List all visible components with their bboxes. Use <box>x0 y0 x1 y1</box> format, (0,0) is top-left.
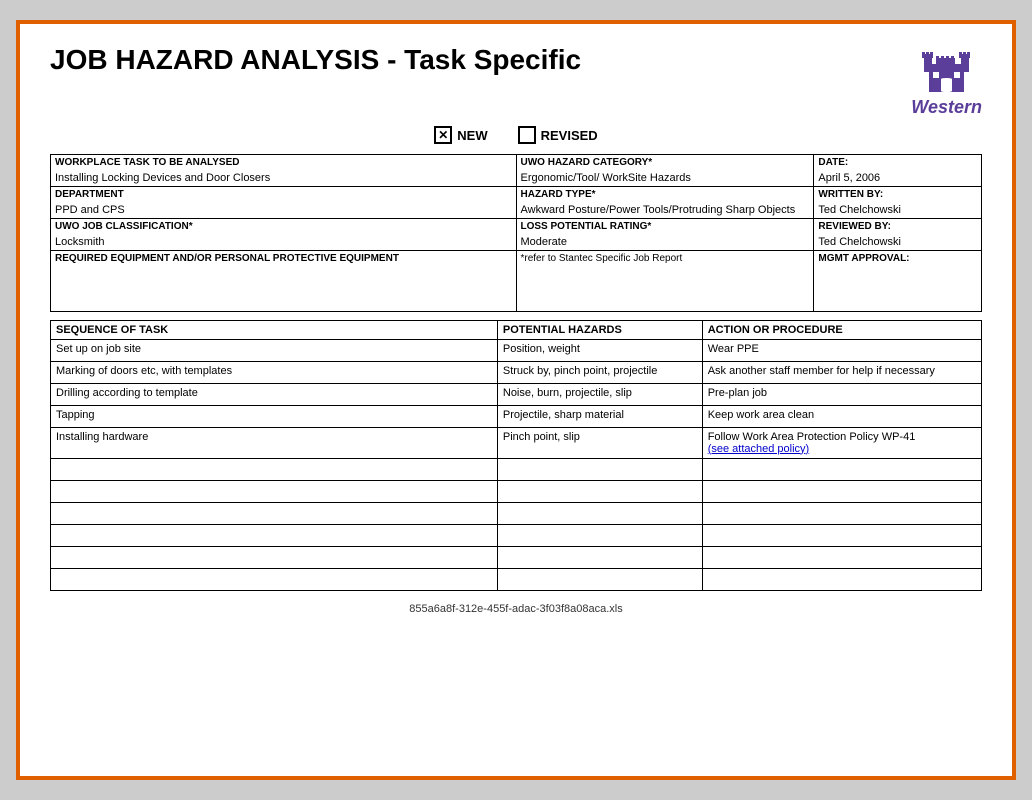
table-row: Installing hardwarePinch point, slipFoll… <box>51 427 982 458</box>
table-row: Drilling according to templateNoise, bur… <box>51 383 982 405</box>
department-value: PPD and CPS <box>51 202 517 219</box>
mgmt-approval-value <box>814 266 982 311</box>
table-row: TappingProjectile, sharp materialKeep wo… <box>51 405 982 427</box>
reviewed-by-value: Ted Chelchowski <box>814 234 982 251</box>
haz-cell: Pinch point, slip <box>497 427 702 458</box>
required-equip-label: REQUIRED EQUIPMENT AND/OR PERSONAL PROTE… <box>51 251 517 267</box>
table-row <box>51 546 982 568</box>
mgmt-approval-label: MGMT APPROVAL: <box>814 251 982 267</box>
filename: 855a6a8f-312e-455f-adac-3f03f8a08aca.xls <box>409 603 622 615</box>
new-checkbox-label: ✕ NEW <box>434 126 487 144</box>
haz-cell: Projectile, sharp material <box>497 405 702 427</box>
table-row <box>51 480 982 502</box>
hazard-type-value: Awkward Posture/Power Tools/Protruding S… <box>516 202 814 219</box>
workplace-task-label: WORKPLACE TASK TO BE ANALYSED <box>51 155 517 171</box>
logo-area: Western <box>911 44 982 118</box>
haz-cell <box>497 568 702 590</box>
revised-checkbox[interactable] <box>518 126 536 144</box>
page: JOB HAZARD ANALYSIS - Task Specific <box>16 20 1016 780</box>
act-cell: Wear PPE <box>702 339 981 361</box>
page-title: JOB HAZARD ANALYSIS - Task Specific <box>50 44 581 76</box>
workplace-task-value: Installing Locking Devices and Door Clos… <box>51 170 517 187</box>
table-row <box>51 524 982 546</box>
act-cell: Follow Work Area Protection Policy WP-41… <box>702 427 981 458</box>
haz-cell: Position, weight <box>497 339 702 361</box>
uwo-job-value: Locksmith <box>51 234 517 251</box>
act-cell: Pre-plan job <box>702 383 981 405</box>
new-label: NEW <box>457 128 487 143</box>
table-row <box>51 568 982 590</box>
haz-cell <box>497 502 702 524</box>
haz-cell: Struck by, pinch point, projectile <box>497 361 702 383</box>
task-table: SEQUENCE OF TASK POTENTIAL HAZARDS ACTIO… <box>50 320 982 591</box>
table-row <box>51 458 982 480</box>
footer: 855a6a8f-312e-455f-adac-3f03f8a08aca.xls <box>50 603 982 615</box>
stantec-note: *refer to Stantec Specific Job Report <box>516 251 814 267</box>
seq-cell: Installing hardware <box>51 427 498 458</box>
act-cell <box>702 546 981 568</box>
haz-cell: Noise, burn, projectile, slip <box>497 383 702 405</box>
seq-cell <box>51 480 498 502</box>
seq-cell <box>51 524 498 546</box>
table-row: Set up on job sitePosition, weightWear P… <box>51 339 982 361</box>
table-row: Marking of doors etc, with templatesStru… <box>51 361 982 383</box>
table-row <box>51 502 982 524</box>
act-cell <box>702 524 981 546</box>
revised-checkbox-label: REVISED <box>518 126 598 144</box>
hazard-type-label: HAZARD TYPE* <box>516 187 814 203</box>
written-by-value: Ted Chelchowski <box>814 202 982 219</box>
date-value: April 5, 2006 <box>814 170 982 187</box>
col-seq-header: SEQUENCE OF TASK <box>51 320 498 339</box>
act-cell <box>702 480 981 502</box>
date-label: DATE: <box>814 155 982 171</box>
seq-cell <box>51 458 498 480</box>
seq-cell <box>51 546 498 568</box>
col-haz-header: POTENTIAL HAZARDS <box>497 320 702 339</box>
revised-label: REVISED <box>541 128 598 143</box>
new-checkbox[interactable]: ✕ <box>434 126 452 144</box>
haz-cell <box>497 458 702 480</box>
haz-cell <box>497 546 702 568</box>
loss-potential-label: LOSS POTENTIAL RATING* <box>516 219 814 235</box>
act-cell: Ask another staff member for help if nec… <box>702 361 981 383</box>
form-table: WORKPLACE TASK TO BE ANALYSED UWO HAZARD… <box>50 154 982 312</box>
new-revised-row: ✕ NEW REVISED <box>50 126 982 144</box>
seq-cell: Drilling according to template <box>51 383 498 405</box>
reviewed-by-label: REVIEWED BY: <box>814 219 982 235</box>
uwo-job-label: UWO JOB CLASSIFICATION* <box>51 219 517 235</box>
logo-text: Western <box>911 97 982 118</box>
haz-cell <box>497 524 702 546</box>
col-act-header: ACTION OR PROCEDURE <box>702 320 981 339</box>
uwo-hazard-label: UWO HAZARD CATEGORY* <box>516 155 814 171</box>
seq-cell <box>51 502 498 524</box>
act-cell: Keep work area clean <box>702 405 981 427</box>
act-cell <box>702 502 981 524</box>
written-by-label: WRITTEN BY: <box>814 187 982 203</box>
seq-cell: Marking of doors etc, with templates <box>51 361 498 383</box>
act-cell <box>702 458 981 480</box>
haz-cell <box>497 480 702 502</box>
uwo-hazard-value: Ergonomic/Tool/ WorkSite Hazards <box>516 170 814 187</box>
required-equip-value <box>51 266 517 311</box>
header: JOB HAZARD ANALYSIS - Task Specific <box>50 44 982 118</box>
department-label: DEPARTMENT <box>51 187 517 203</box>
seq-cell: Tapping <box>51 405 498 427</box>
loss-potential-value: Moderate <box>516 234 814 251</box>
castle-icon <box>911 44 982 97</box>
act-cell <box>702 568 981 590</box>
stantec-value <box>516 266 814 311</box>
policy-link[interactable]: (see attached policy) <box>708 443 810 455</box>
seq-cell: Set up on job site <box>51 339 498 361</box>
seq-cell <box>51 568 498 590</box>
